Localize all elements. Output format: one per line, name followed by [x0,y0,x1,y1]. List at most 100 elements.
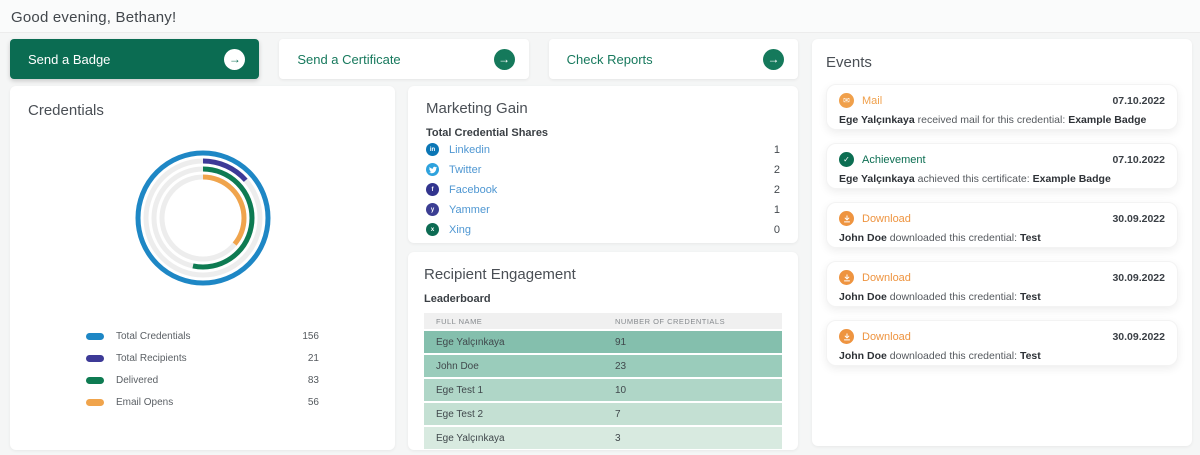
row-credentials: 7 [615,408,621,420]
achievement-icon: ✓ [839,152,854,167]
xing-share-count: 0 [773,223,780,236]
legend-value: 83 [307,374,319,386]
xing-icon: x [426,223,439,236]
events-panel: Events ✉ Mail 07.10.2022 Ege Yalçınkaya … [812,39,1192,446]
yammer-share-count: 1 [773,203,780,216]
event-card-download[interactable]: Download 30.09.2022 John Doe downloaded … [826,202,1178,248]
marketing-gain-title: Marketing Gain [426,100,528,117]
table-row[interactable]: Ege Test 1 10 [424,377,782,401]
arrow-right-icon: → [493,48,515,70]
table-row[interactable]: Ege Test 2 7 [424,401,782,425]
credentials-ring-chart [135,150,270,286]
legend-item: Total Credentials 156 [86,325,319,347]
table-row[interactable]: John Doe 23 [424,353,782,377]
event-type-label: Download [862,212,911,225]
legend-swatch-total-credentials [86,332,104,340]
row-name: John Doe [436,360,479,372]
event-card-mail[interactable]: ✉ Mail 07.10.2022 Ege Yalçınkaya receive… [826,84,1178,130]
table-row[interactable]: Ege Yalçınkaya 91 [424,329,782,353]
linkedin-link[interactable]: Linkedin [449,144,774,156]
event-message: Ege Yalçınkaya achieved this certificate… [839,173,1111,185]
legend-label: Total Credentials [116,330,191,342]
legend-value: 21 [307,352,319,364]
row-name: Ege Test 2 [436,408,484,420]
credentials-chart-wrap [28,143,377,293]
linkedin-icon: in [426,143,439,156]
credentials-legend: Total Credentials 156 Total Recipients 2… [86,325,319,413]
table-row[interactable]: Ege Yalçınkaya 3 [424,425,782,449]
download-icon [839,211,854,226]
marketing-gain-card: Marketing Gain Total Credential Shares i… [408,86,798,243]
legend-item: Total Recipients 21 [86,347,319,369]
legend-swatch-email-opens [86,398,104,406]
arrow-right-icon: → [762,48,784,70]
legend-item: Email Opens 56 [86,391,319,413]
total-credential-shares-label: Total Credential Shares [426,127,549,139]
row-credentials: 23 [615,360,627,372]
legend-swatch-delivered [86,376,104,384]
recipient-engagement-title: Recipient Engagement [424,266,576,283]
facebook-link[interactable]: Facebook [449,184,774,196]
event-date: 30.09.2022 [1112,212,1165,225]
credentials-title: Credentials [28,102,104,119]
xing-link[interactable]: Xing [449,224,774,236]
full-name-header: FULL NAME [436,316,483,326]
greeting-text: Good evening, Bethany! [11,9,177,26]
event-date: 30.09.2022 [1112,330,1165,343]
check-reports-label: Check Reports [566,51,653,67]
event-card-download[interactable]: Download 30.09.2022 John Doe downloaded … [826,320,1178,366]
row-name: Ege Test 1 [436,384,484,396]
cards-row: Credentials Total Credentials 156 Total … [10,86,798,450]
twitter-icon [426,163,439,176]
leaderboard-table: FULL NAME NUMBER OF CREDENTIALS Ege Yalç… [424,313,782,449]
main-column: Send a Badge → Send a Certificate → Chec… [10,39,798,450]
legend-value: 156 [302,330,319,342]
event-card-achievement[interactable]: ✓ Achievement 07.10.2022 Ege Yalçınkaya … [826,143,1178,189]
twitter-link[interactable]: Twitter [449,164,774,176]
top-bar: Good evening, Bethany! [0,0,1200,33]
quick-actions: Send a Badge → Send a Certificate → Chec… [10,39,798,79]
legend-swatch-total-recipients [86,354,104,362]
dashboard-content: Send a Badge → Send a Certificate → Chec… [0,33,1200,450]
legend-label: Total Recipients [116,352,187,364]
share-row-yammer: y Yammer 1 [426,200,780,219]
event-message: John Doe downloaded this credential: Tes… [839,350,1041,362]
check-reports-button[interactable]: Check Reports → [548,39,798,79]
legend-label: Delivered [116,374,159,386]
row-name: Ege Yalçınkaya [436,336,505,348]
send-certificate-button[interactable]: Send a Certificate → [279,39,529,79]
facebook-icon: f [426,183,439,196]
event-type-label: Achievement [862,153,926,166]
share-row-facebook: f Facebook 2 [426,180,780,199]
row-credentials: 10 [615,384,627,396]
event-type-label: Download [862,271,911,284]
send-badge-button[interactable]: Send a Badge → [10,39,260,79]
row-credentials: 3 [615,432,621,444]
twitter-share-count: 2 [773,163,780,176]
share-row-twitter: Twitter 2 [426,160,780,179]
event-message: John Doe downloaded this credential: Tes… [839,291,1041,303]
event-date: 30.09.2022 [1112,271,1165,284]
event-type-label: Download [862,330,911,343]
event-type-label: Mail [862,94,883,107]
send-badge-label: Send a Badge [28,51,111,67]
yammer-icon: y [426,203,439,216]
yammer-link[interactable]: Yammer [449,204,774,216]
leaderboard-header-row: FULL NAME NUMBER OF CREDENTIALS [424,313,782,329]
legend-label: Email Opens [116,396,174,408]
event-date: 07.10.2022 [1112,153,1165,166]
download-icon [839,270,854,285]
number-of-credentials-header: NUMBER OF CREDENTIALS [615,316,726,326]
event-message: Ege Yalçınkaya received mail for this cr… [839,114,1147,126]
arrow-right-icon: → [224,48,246,70]
event-card-download[interactable]: Download 30.09.2022 John Doe downloaded … [826,261,1178,307]
event-date: 07.10.2022 [1112,94,1165,107]
share-row-linkedin: in Linkedin 1 [426,140,780,159]
send-certificate-label: Send a Certificate [297,51,401,67]
legend-item: Delivered 83 [86,369,319,391]
share-row-xing: x Xing 0 [426,220,780,239]
recipient-engagement-card: Recipient Engagement Leaderboard FULL NA… [408,252,798,450]
facebook-share-count: 2 [773,183,780,196]
download-icon [839,329,854,344]
linkedin-share-count: 1 [773,143,780,156]
